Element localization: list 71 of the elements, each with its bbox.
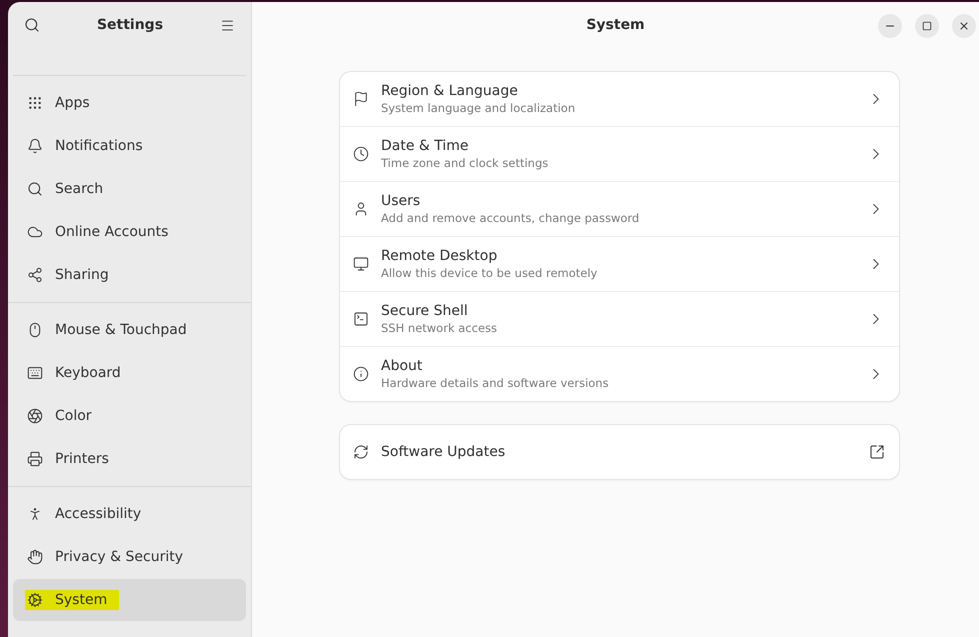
user-icon xyxy=(353,201,369,217)
clock-icon xyxy=(353,146,369,162)
hand-icon xyxy=(27,549,43,565)
sidebar-label: Notifications xyxy=(55,138,143,154)
search-icon xyxy=(24,17,40,33)
sidebar-label: Online Accounts xyxy=(55,224,168,240)
row-subtitle: Allow this device to be used remotely xyxy=(381,266,598,280)
sidebar-label: Keyboard xyxy=(55,365,121,381)
sidebar-item[interactable]: Mouse & Touchpad xyxy=(13,309,246,351)
close-button[interactable] xyxy=(952,14,976,38)
sidebar-item[interactable]: Notifications xyxy=(13,125,246,167)
page-title: System xyxy=(586,17,645,33)
row-title: Secure Shell xyxy=(381,303,469,319)
sidebar-label: Search xyxy=(55,181,104,197)
settings-row[interactable]: Users Add and remove accounts, change password xyxy=(340,182,899,237)
sidebar-item[interactable]: Online Accounts xyxy=(13,211,246,253)
sidebar-label: Printers xyxy=(55,451,109,467)
row-title: Users xyxy=(381,193,422,209)
row-title: Software Updates xyxy=(381,444,506,460)
row-title: About xyxy=(381,358,424,374)
settings-row[interactable]: Date & Time Time zone and clock settings xyxy=(340,127,899,182)
share-icon xyxy=(27,267,43,283)
external-link-icon xyxy=(869,444,885,460)
sidebar-item[interactable]: Search xyxy=(13,168,246,210)
sidebar-label: Sharing xyxy=(55,267,109,283)
monitor-icon xyxy=(353,256,369,272)
printer-icon xyxy=(27,451,43,467)
row-title: Remote Desktop xyxy=(381,248,498,264)
row-subtitle: Add and remove accounts, change password xyxy=(381,211,640,225)
settings-row[interactable]: Software Updates xyxy=(340,425,899,479)
cloud-icon xyxy=(27,224,43,240)
close-icon xyxy=(958,20,970,32)
sidebar-item[interactable]: Printers xyxy=(13,438,246,480)
search-icon xyxy=(27,181,43,197)
menu-icon xyxy=(220,18,235,32)
refresh-icon xyxy=(353,444,369,460)
settings-row[interactable]: Secure Shell SSH network access xyxy=(340,292,899,347)
row-subtitle: Hardware details and software versions xyxy=(381,376,610,390)
sidebar-title: Settings xyxy=(96,17,164,33)
sidebar-label: Color xyxy=(55,408,92,424)
color-icon xyxy=(27,408,43,424)
settings-row[interactable]: Remote Desktop Allow this device to be used remotely xyxy=(340,237,899,292)
row-title: Region & Language xyxy=(381,83,519,99)
settings-row[interactable]: Region & Language System language and localization xyxy=(340,72,899,127)
sidebar-item[interactable]: Apps xyxy=(13,82,246,124)
sidebar-item[interactable]: Color xyxy=(13,395,246,437)
sidebar-label: Mouse & Touchpad xyxy=(55,322,187,338)
sidebar-item[interactable]: Accessibility xyxy=(13,493,246,535)
sidebar-item[interactable]: Privacy & Security xyxy=(13,536,246,578)
maximize-icon xyxy=(922,21,932,31)
sidebar-label: Apps xyxy=(55,95,90,111)
bell-icon xyxy=(27,138,43,154)
mouse-icon xyxy=(27,322,43,338)
row-title: Date & Time xyxy=(381,138,470,154)
row-subtitle: Time zone and clock settings xyxy=(381,156,550,170)
info-icon xyxy=(353,366,369,382)
maximize-button[interactable] xyxy=(915,14,939,38)
row-subtitle: SSH network access xyxy=(381,321,498,335)
keyboard-icon xyxy=(27,365,43,381)
flag-icon xyxy=(353,91,369,107)
sidebar-item[interactable]: System xyxy=(13,579,246,621)
sidebar-label: System xyxy=(55,592,108,608)
gear-icon xyxy=(27,592,43,608)
sidebar-label: Privacy & Security xyxy=(55,549,183,565)
sidebar-item[interactable]: Keyboard xyxy=(13,352,246,394)
settings-row[interactable]: About Hardware details and software versions xyxy=(340,347,899,401)
sidebar-item[interactable]: Sharing xyxy=(13,254,246,296)
row-subtitle: System language and localization xyxy=(381,101,576,115)
terminal-icon xyxy=(353,311,369,327)
sidebar-label: Accessibility xyxy=(55,506,142,522)
grid-icon xyxy=(27,95,43,111)
